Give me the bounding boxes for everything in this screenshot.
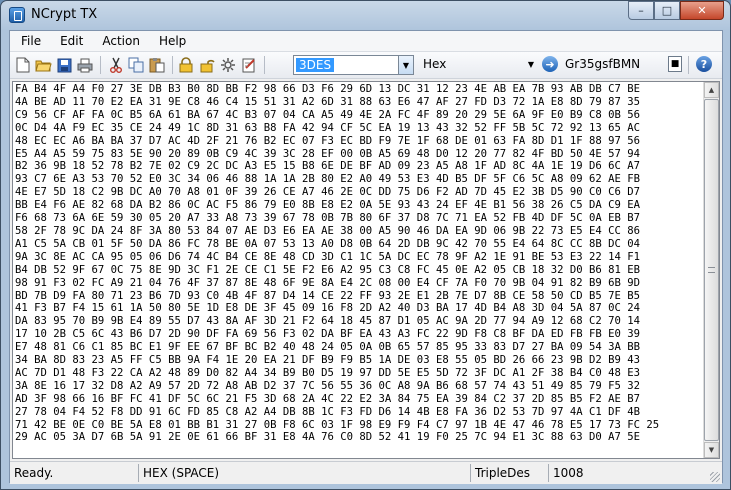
cipher-select-value: 3DES: [296, 58, 335, 72]
status-separator: [138, 464, 139, 482]
encoding-select[interactable]: Hex ▼: [418, 55, 538, 75]
chevron-down-icon[interactable]: ▼: [398, 56, 413, 74]
status-separator: [470, 464, 471, 482]
minimize-button[interactable]: –: [628, 1, 654, 20]
vertical-scrollbar[interactable]: ▲ ▼: [703, 82, 719, 458]
menu-bar: File Edit Action Help: [10, 31, 722, 52]
title-bar[interactable]: NCrypt TX – □ ✕: [1, 1, 730, 29]
app-icon: [9, 7, 25, 23]
toolbar-separator: [172, 56, 173, 74]
menu-action[interactable]: Action: [94, 31, 148, 51]
resize-grip-icon[interactable]: [710, 472, 720, 482]
menu-help[interactable]: Help: [151, 31, 194, 51]
chevron-down-icon[interactable]: ▼: [524, 55, 538, 73]
encoding-select-value: Hex: [423, 57, 447, 71]
copy-icon[interactable]: [127, 56, 145, 74]
menu-edit[interactable]: Edit: [52, 31, 91, 51]
save-icon[interactable]: [55, 56, 73, 74]
cut-icon[interactable]: [107, 56, 125, 74]
toolbar-separator: [100, 56, 101, 74]
open-folder-icon[interactable]: [34, 56, 52, 74]
go-icon[interactable]: ➜: [542, 56, 558, 72]
generate-key-icon[interactable]: [219, 56, 237, 74]
status-mode: HEX (SPACE): [143, 466, 220, 480]
hex-editor[interactable]: FA B4 4F A4 F0 27 3E DB B3 B0 8D BB F2 9…: [12, 81, 720, 459]
toolbar-separator: [264, 56, 265, 74]
scroll-down-button[interactable]: ▼: [704, 442, 719, 458]
window-controls: – □ ✕: [628, 1, 724, 21]
window-title: NCrypt TX: [31, 7, 98, 22]
hex-content[interactable]: FA B4 4F A4 F0 27 3E DB B3 B0 8D BB F2 9…: [15, 83, 703, 444]
help-icon[interactable]: ?: [696, 56, 712, 72]
maximize-button[interactable]: □: [654, 1, 680, 20]
grip-icon: [708, 267, 715, 273]
wizard-icon[interactable]: [240, 56, 258, 74]
scroll-up-button[interactable]: ▲: [704, 82, 719, 98]
status-algorithm: TripleDes: [475, 466, 531, 480]
client-area: File Edit Action Help 3DES ▼ Hex ▼ ➜ Gr3…: [9, 30, 723, 484]
new-file-icon[interactable]: [14, 56, 32, 74]
key-field[interactable]: Gr35gsfBMN: [565, 57, 640, 71]
status-bar: Ready. HEX (SPACE) TripleDes 1008: [10, 461, 722, 484]
menu-file[interactable]: File: [13, 31, 49, 51]
scroll-thumb[interactable]: [704, 99, 719, 441]
unlock-icon[interactable]: [198, 56, 216, 74]
lock-icon[interactable]: [177, 56, 195, 74]
status-text: Ready.: [14, 466, 54, 480]
toolbar-separator: [688, 56, 689, 74]
print-icon[interactable]: [76, 56, 94, 74]
status-separator: [548, 464, 549, 482]
app-window: NCrypt TX – □ ✕ File Edit Action Help 3D…: [0, 0, 731, 490]
paste-icon[interactable]: [148, 56, 166, 74]
status-size: 1008: [553, 466, 584, 480]
cipher-select[interactable]: 3DES ▼: [293, 55, 414, 75]
toolbar: 3DES ▼ Hex ▼ ➜ Gr35gsfBMN ■ ?: [10, 52, 722, 79]
close-button[interactable]: ✕: [680, 1, 724, 20]
pin-icon[interactable]: ■: [668, 56, 682, 72]
